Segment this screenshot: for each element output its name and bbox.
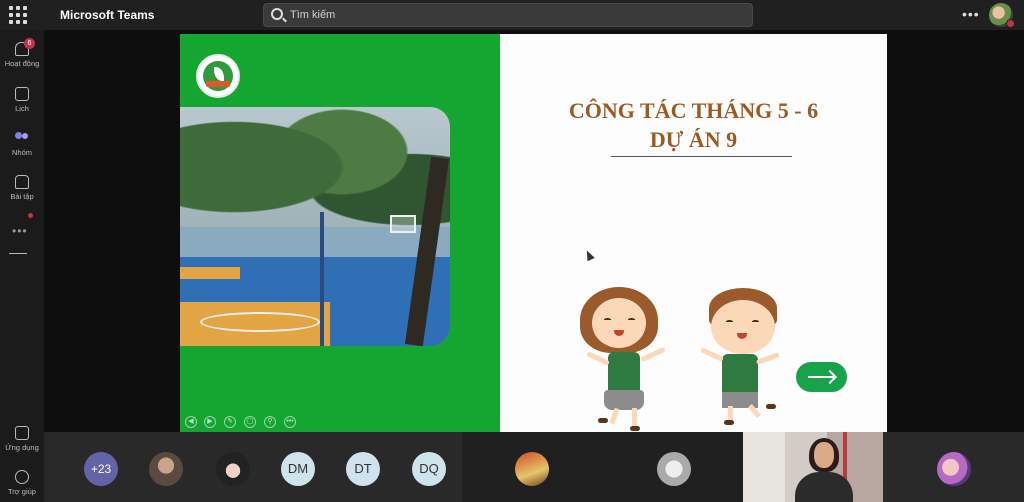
title-underline — [611, 156, 792, 157]
slide-title-line1: CÔNG TÁC THÁNG 5 - 6 — [568, 98, 819, 123]
participant-avatar — [657, 452, 691, 486]
rail-item-assignments[interactable]: Bài tập — [0, 175, 44, 201]
more-options-icon[interactable]: ••• — [962, 6, 980, 22]
participant-initials: DQ — [412, 452, 446, 486]
participant-avatar — [216, 452, 250, 486]
search-icon — [271, 8, 283, 20]
backpack-icon — [15, 175, 29, 189]
rail-label-assignments: Bài tập — [10, 192, 34, 201]
participant-avatar — [149, 452, 183, 486]
search-placeholder: Tìm kiếm — [290, 9, 336, 21]
rail-label-help: Trợ giúp — [8, 487, 36, 496]
activity-badge: 6 — [24, 38, 35, 49]
participant-avatar — [937, 452, 971, 486]
app-title: Microsoft Teams — [60, 8, 155, 22]
rail-label-apps: Ứng dụng — [5, 443, 39, 452]
slide-pen-control[interactable]: ✎ — [224, 416, 236, 428]
teams-icon — [14, 131, 30, 145]
basketball-court-photo — [180, 107, 450, 346]
arrow-right-icon — [808, 376, 834, 378]
participant-tile — [462, 432, 744, 502]
rail-item-activity[interactable]: 6 Hoạt động — [0, 38, 44, 68]
help-icon — [15, 470, 29, 484]
participant-video — [743, 432, 883, 502]
slide-view-control[interactable]: ▢ — [244, 416, 256, 428]
app-bar: 6 Hoạt động Lịch Nhóm Bài tập ••• Ứng dụ… — [0, 30, 44, 502]
slide-title: CÔNG TÁC THÁNG 5 - 6 DỰ ÁN 9 — [500, 96, 887, 154]
rail-divider — [9, 253, 27, 254]
title-bar: Microsoft Teams Tìm kiếm ••• — [0, 0, 1024, 30]
rail-item-apps[interactable]: Ứng dụng — [0, 426, 44, 452]
apps-icon — [15, 426, 29, 440]
slide-next-control[interactable]: ▶ — [204, 416, 216, 428]
notification-dot — [28, 213, 33, 218]
slide-more-control[interactable]: ••• — [284, 416, 296, 428]
school-logo — [196, 54, 240, 98]
rail-label-teams: Nhóm — [11, 148, 32, 157]
slide-prev-control[interactable]: ◀ — [185, 416, 197, 428]
status-indicator — [1006, 19, 1015, 28]
rail-item-teams[interactable]: Nhóm — [0, 131, 44, 157]
rail-label-calendar: Lịch — [15, 104, 29, 113]
overflow-participants-count[interactable]: +23 — [84, 452, 118, 486]
more-apps-icon[interactable]: ••• — [12, 224, 28, 238]
app-launcher-icon[interactable] — [9, 6, 27, 24]
calendar-icon — [15, 87, 29, 101]
rail-item-help[interactable]: Trợ giúp — [0, 470, 44, 496]
rail-item-calendar[interactable]: Lịch — [0, 87, 44, 113]
participant-avatar — [515, 452, 549, 486]
next-slide-button[interactable] — [796, 362, 847, 392]
rail-label-activity: Hoạt động — [4, 59, 40, 68]
search-box[interactable]: Tìm kiếm — [263, 3, 753, 27]
participant-initials: DT — [346, 452, 380, 486]
slide-zoom-control[interactable]: ⚲ — [264, 416, 276, 428]
teams-window: Microsoft Teams Tìm kiếm ••• 6 Hoạt động… — [0, 0, 1024, 502]
slide-title-line2: DỰ ÁN 9 — [649, 127, 738, 152]
participant-initials: DM — [281, 452, 315, 486]
